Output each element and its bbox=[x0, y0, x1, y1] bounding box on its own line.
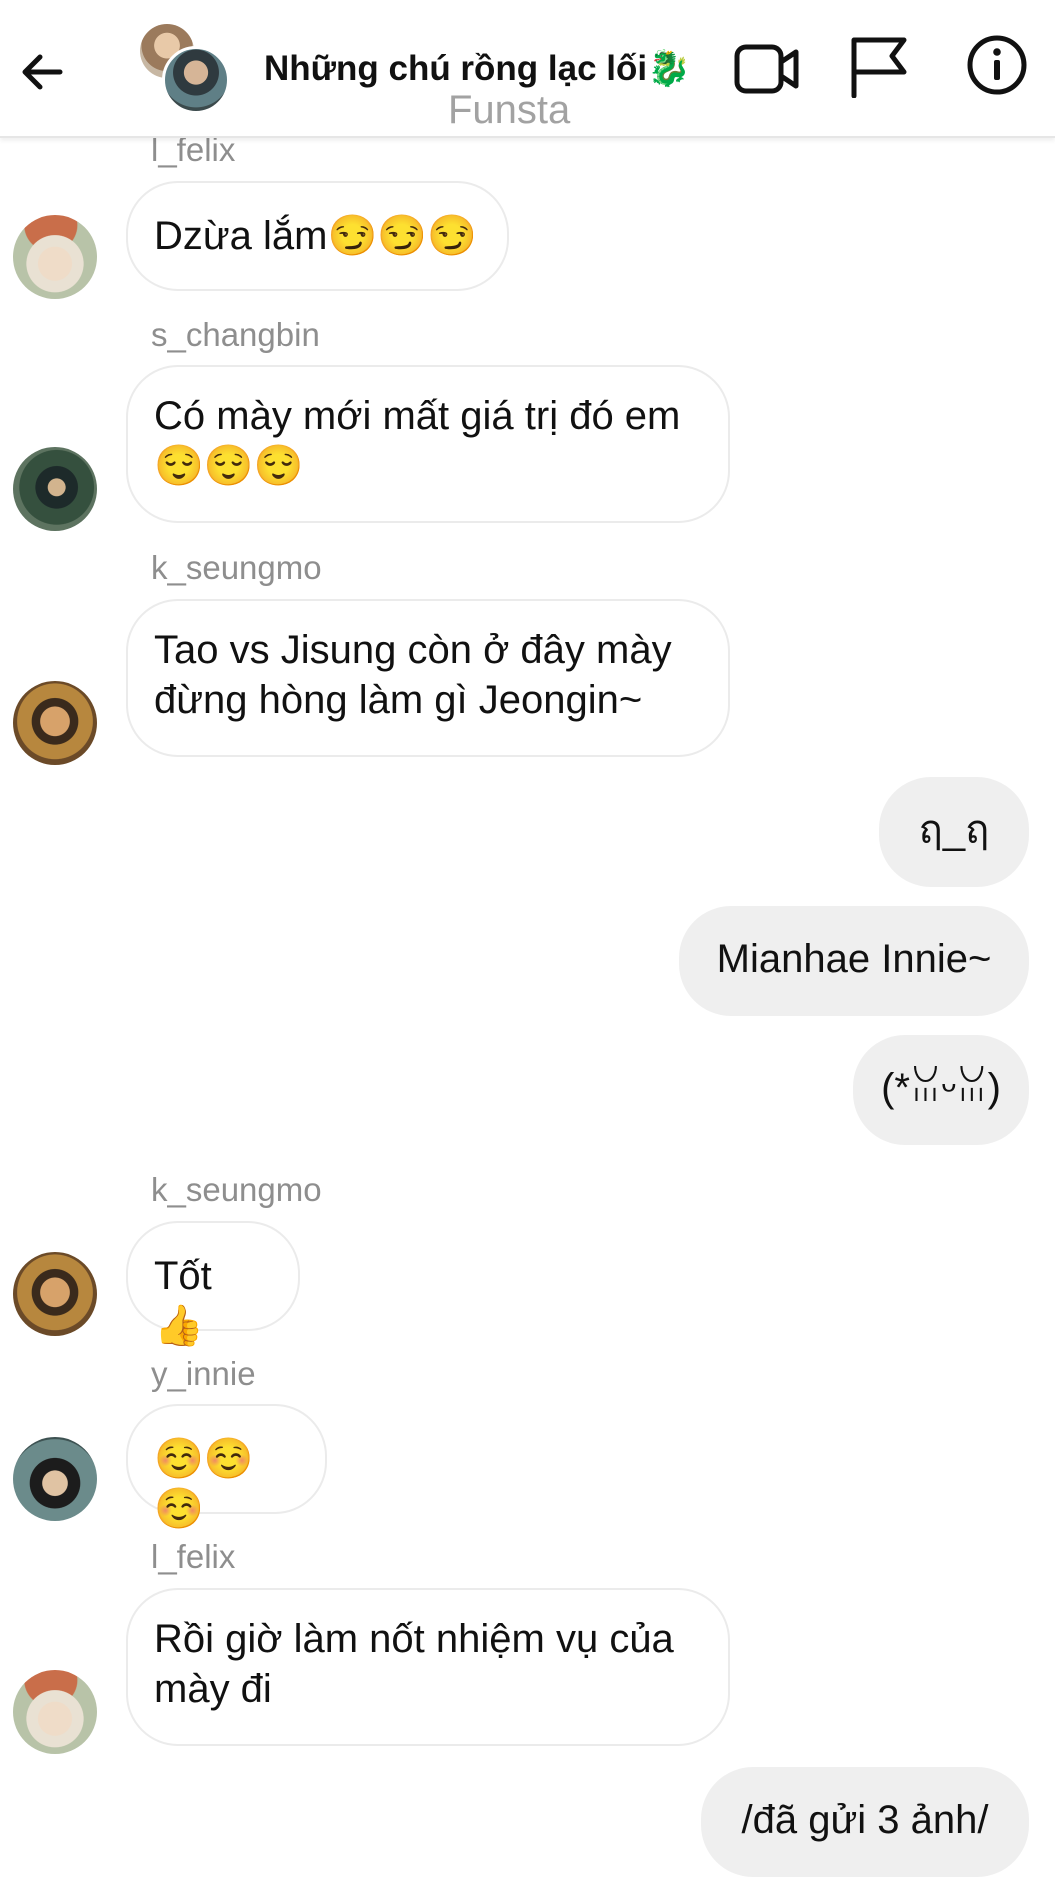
chat-title[interactable]: Những chú rồng lạc lối🐉 bbox=[264, 44, 724, 94]
avatar[interactable] bbox=[13, 681, 97, 765]
chat-subtitle: Funsta bbox=[448, 88, 571, 132]
incoming-message[interactable]: Tao vs Jisung còn ở đây mày đừng hòng là… bbox=[126, 599, 730, 757]
video-call-icon[interactable] bbox=[732, 34, 802, 104]
outgoing-message[interactable]: Mianhae Innie~ bbox=[679, 906, 1029, 1016]
incoming-message[interactable]: Có mày mới mất giá trị đó em😌😌😌 bbox=[126, 365, 730, 523]
outgoing-message[interactable]: ฤ_ฤ bbox=[879, 777, 1029, 887]
avatar[interactable] bbox=[13, 1670, 97, 1754]
avatar[interactable] bbox=[13, 447, 97, 531]
back-arrow-icon[interactable] bbox=[10, 40, 74, 104]
sender-name: s_changbin bbox=[151, 316, 320, 353]
avatar[interactable] bbox=[13, 1437, 97, 1521]
sender-name: l_felix bbox=[151, 1538, 236, 1575]
avatar[interactable] bbox=[13, 1252, 97, 1336]
outgoing-message[interactable]: (*ꈍᵕꈍ) bbox=[853, 1035, 1029, 1145]
incoming-message[interactable]: Dzừa lắm😏😏😏 bbox=[126, 181, 509, 291]
sender-name: k_seungmo bbox=[151, 549, 322, 586]
sender-name: y_innie bbox=[151, 1355, 256, 1392]
avatar[interactable] bbox=[13, 215, 97, 299]
flag-icon[interactable] bbox=[846, 32, 912, 102]
group-avatar-front bbox=[162, 46, 230, 114]
outgoing-message[interactable]: /đã gửi 3 ảnh/ bbox=[701, 1767, 1029, 1877]
chat-header: Những chú rồng lạc lối🐉 Funsta bbox=[0, 0, 1055, 138]
incoming-message[interactable]: ☺️☺️☺️ bbox=[126, 1404, 327, 1531]
sender-name: k_seungmo bbox=[151, 1171, 322, 1208]
group-avatar[interactable] bbox=[138, 22, 230, 114]
info-icon[interactable] bbox=[962, 30, 1032, 100]
incoming-message[interactable]: Rồi giờ làm nốt nhiệm vụ của mày đi bbox=[126, 1588, 730, 1746]
incoming-message[interactable]: Tốt 👍 bbox=[126, 1221, 300, 1348]
